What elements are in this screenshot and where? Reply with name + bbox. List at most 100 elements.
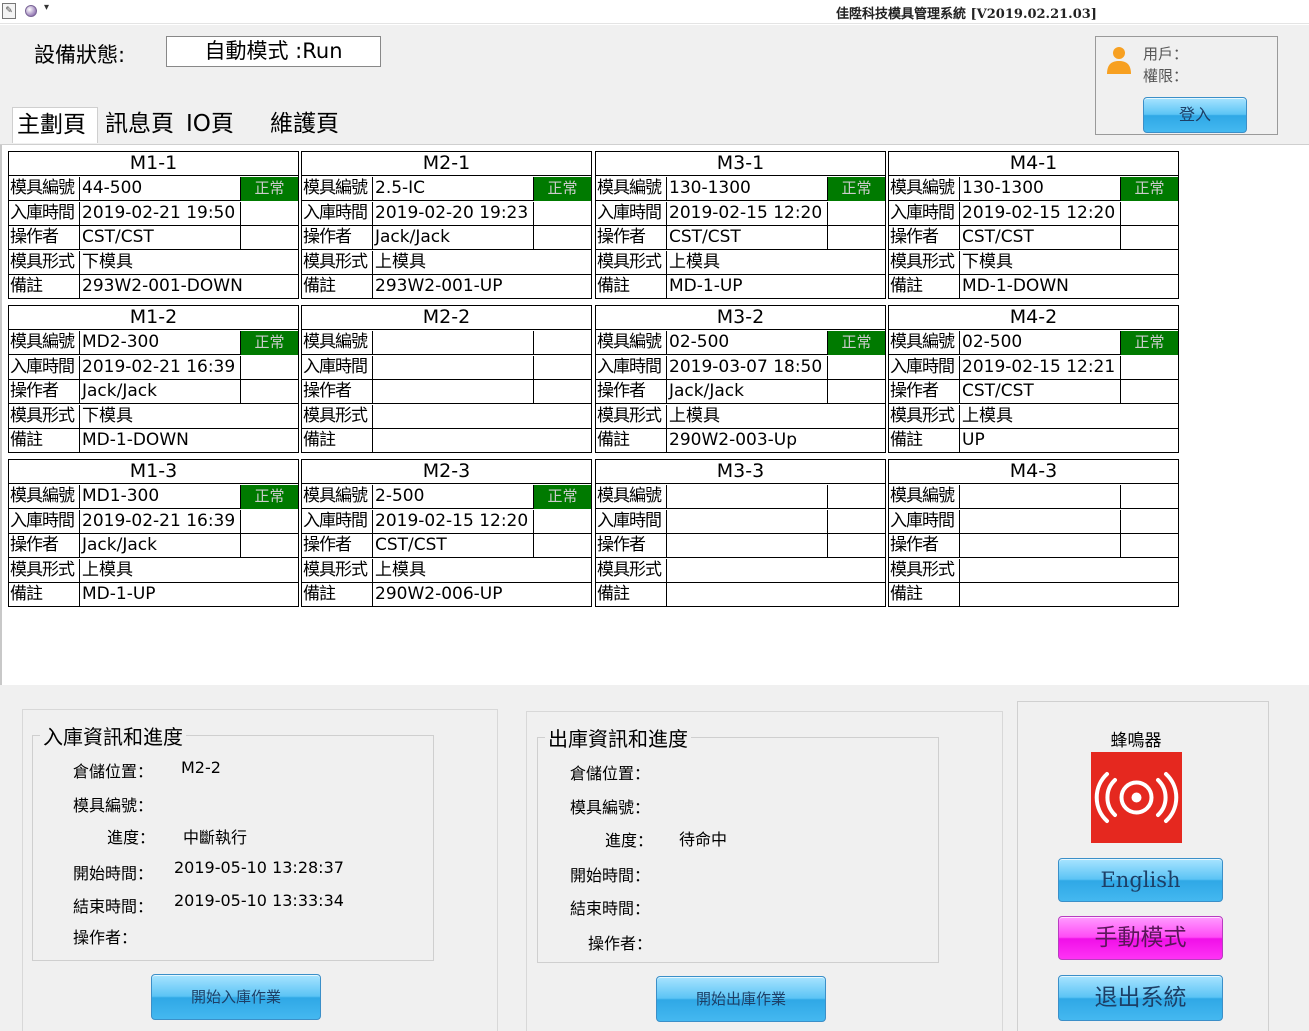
field-value: 2019-03-07 18:50 [667, 355, 828, 380]
english-button[interactable]: English [1058, 858, 1223, 902]
field-label: 模具編號 [596, 331, 667, 355]
field-value [373, 380, 534, 404]
outbound-progress-value: 待命中 [679, 830, 728, 849]
field-label: 入庫時間 [302, 355, 373, 380]
field-label: 操作者 [302, 534, 373, 558]
manual-mode-button[interactable]: 手動模式 [1058, 916, 1223, 960]
field-value [960, 559, 1178, 583]
storage-cell-row: 操作者 Jack/Jack [9, 534, 298, 558]
field-label: 模具形式 [596, 558, 667, 583]
field-label: 入庫時間 [302, 509, 373, 534]
field-label: 模具形式 [889, 250, 960, 275]
field-label: 備註 [889, 583, 960, 607]
outbound-location-label: 倉儲位置： [570, 764, 651, 783]
field-value: 2019-02-21 16:39 [80, 509, 241, 534]
field-label: 操作者 [596, 380, 667, 404]
storage-cell[interactable]: M3-3 模具編號 入庫時間 操作者 模具形式 備註 [595, 459, 886, 607]
storage-cell-title: M2-2 [302, 306, 591, 330]
field-label: 操作者 [9, 534, 80, 558]
storage-cell-row: 入庫時間 2019-02-15 12:21 [889, 355, 1178, 380]
storage-cell[interactable]: M4-3 模具編號 入庫時間 操作者 模具形式 備註 [888, 459, 1179, 607]
chevron-down-icon[interactable]: ▾ [44, 2, 49, 13]
field-label: 模具形式 [889, 404, 960, 429]
storage-cell-row: 操作者 CST/CST [889, 226, 1178, 250]
field-label: 模具形式 [302, 404, 373, 429]
field-label: 模具形式 [9, 404, 80, 429]
alarm-icon[interactable] [1091, 752, 1182, 843]
quick-menu-orb-icon[interactable] [25, 5, 37, 17]
status-badge [534, 331, 591, 355]
storage-cell-row: 操作者 Jack/Jack [9, 380, 298, 404]
storage-cell-row: 操作者 [302, 380, 591, 404]
status-cell [534, 356, 591, 380]
buzzer-panel: 蜂鳴器 English 手動模式 退出系統 [1017, 701, 1269, 1031]
field-value: 下模具 [82, 251, 133, 272]
field-value [373, 429, 591, 453]
status-badge: 正常 [241, 331, 298, 355]
storage-cell-title: M4-2 [889, 306, 1178, 330]
status-badge: 正常 [828, 177, 885, 201]
storage-cell-row: 操作者 CST/CST [302, 534, 591, 558]
field-value: Jack/Jack [667, 380, 828, 404]
field-label: 備註 [9, 429, 80, 453]
login-button[interactable]: 登入 [1143, 97, 1247, 133]
field-label: 入庫時間 [9, 201, 80, 226]
tab-io[interactable]: IO頁 [182, 107, 262, 141]
inbound-location-label: 倉儲位置： [73, 762, 154, 781]
field-label: 備註 [302, 583, 373, 607]
field-value: 44-500 [80, 177, 241, 201]
storage-cell[interactable]: M2-3 模具編號 2-500 正常 入庫時間 2019-02-15 12:20 操作者 CS… [301, 459, 592, 607]
storage-cell[interactable]: M1-1 模具編號 44-500 正常 入庫時間 2019-02-21 19:50 操作者 C… [8, 151, 299, 299]
start-inbound-button[interactable]: 開始入庫作業 [151, 974, 321, 1020]
field-label: 入庫時間 [9, 509, 80, 534]
storage-cell[interactable]: M3-1 模具編號 130-1300 正常 入庫時間 2019-02-15 12:20 操作… [595, 151, 886, 299]
field-value: 293W2-001-DOWN [82, 276, 243, 296]
field-label: 入庫時間 [302, 201, 373, 226]
exit-system-button[interactable]: 退出系統 [1058, 975, 1223, 1021]
storage-cell[interactable]: M3-2 模具編號 02-500 正常 入庫時間 2019-03-07 18:50 操作者 J… [595, 305, 886, 453]
inbound-progress-value: 中斷執行 [183, 828, 248, 847]
storage-cell-row: 操作者 Jack/Jack [302, 226, 591, 250]
status-cell [828, 380, 885, 404]
start-outbound-button[interactable]: 開始出庫作業 [656, 976, 826, 1022]
storage-cell-title: M1-3 [9, 460, 298, 484]
storage-cell[interactable]: M1-3 模具編號 MD1-300 正常 入庫時間 2019-02-21 16:39 操作者… [8, 459, 299, 607]
field-value: MD2-300 [80, 331, 241, 355]
status-badge: 正常 [1121, 177, 1178, 201]
status-cell [534, 510, 591, 534]
outbound-title: 出庫資訊和進度 [545, 723, 691, 752]
field-value: 2019-02-15 12:20 [373, 509, 534, 534]
field-value [667, 509, 828, 534]
field-value: 上模具 [375, 251, 426, 272]
tab-messages[interactable]: 訊息頁 [101, 107, 179, 141]
storage-cell[interactable]: M2-2 模具編號 入庫時間 操作者 模具形式 備註 [301, 305, 592, 453]
status-badge: 正常 [534, 177, 591, 201]
storage-cell[interactable]: M2-1 模具編號 2.5-IC 正常 入庫時間 2019-02-20 19:23 操作者 J… [301, 151, 592, 299]
field-value: 2019-02-15 12:20 [667, 201, 828, 226]
status-cell [534, 534, 591, 558]
field-value: UP [962, 430, 985, 450]
field-label: 操作者 [596, 226, 667, 250]
outbound-progress-label: 進度： [605, 831, 654, 850]
field-value: 上模具 [962, 405, 1013, 426]
storage-cell-row: 模具形式 上模具 [889, 404, 1178, 429]
storage-cell[interactable]: M1-2 模具編號 MD2-300 正常 入庫時間 2019-02-21 16:39 操作者… [8, 305, 299, 453]
storage-cell-row: 備註 290W2-006-UP [302, 583, 591, 607]
storage-cell-row: 操作者 [596, 534, 885, 558]
user-label: 用戶： [1143, 45, 1189, 63]
status-badge: 正常 [241, 177, 298, 201]
storage-cell-title: M3-3 [596, 460, 885, 484]
app-icon[interactable]: ✎ [2, 3, 16, 19]
storage-cell-row: 入庫時間 2019-02-15 12:20 [889, 201, 1178, 226]
tab-main[interactable]: 主劃頁 [12, 107, 98, 143]
status-badge: 正常 [1121, 331, 1178, 355]
storage-cell-row: 備註 293W2-001-DOWN [9, 275, 298, 299]
storage-cell-row: 模具形式 下模具 [9, 250, 298, 275]
storage-cell[interactable]: M4-1 模具編號 130-1300 正常 入庫時間 2019-02-15 12:20 操作… [888, 151, 1179, 299]
tab-maintenance[interactable]: 維護頁 [266, 107, 346, 141]
user-icon [1107, 47, 1131, 74]
storage-cell[interactable]: M4-2 模具編號 02-500 正常 入庫時間 2019-02-15 12:21 操作者 C… [888, 305, 1179, 453]
storage-cell-row: 操作者 [889, 534, 1178, 558]
field-value: Jack/Jack [80, 534, 241, 558]
field-label: 模具形式 [889, 558, 960, 583]
